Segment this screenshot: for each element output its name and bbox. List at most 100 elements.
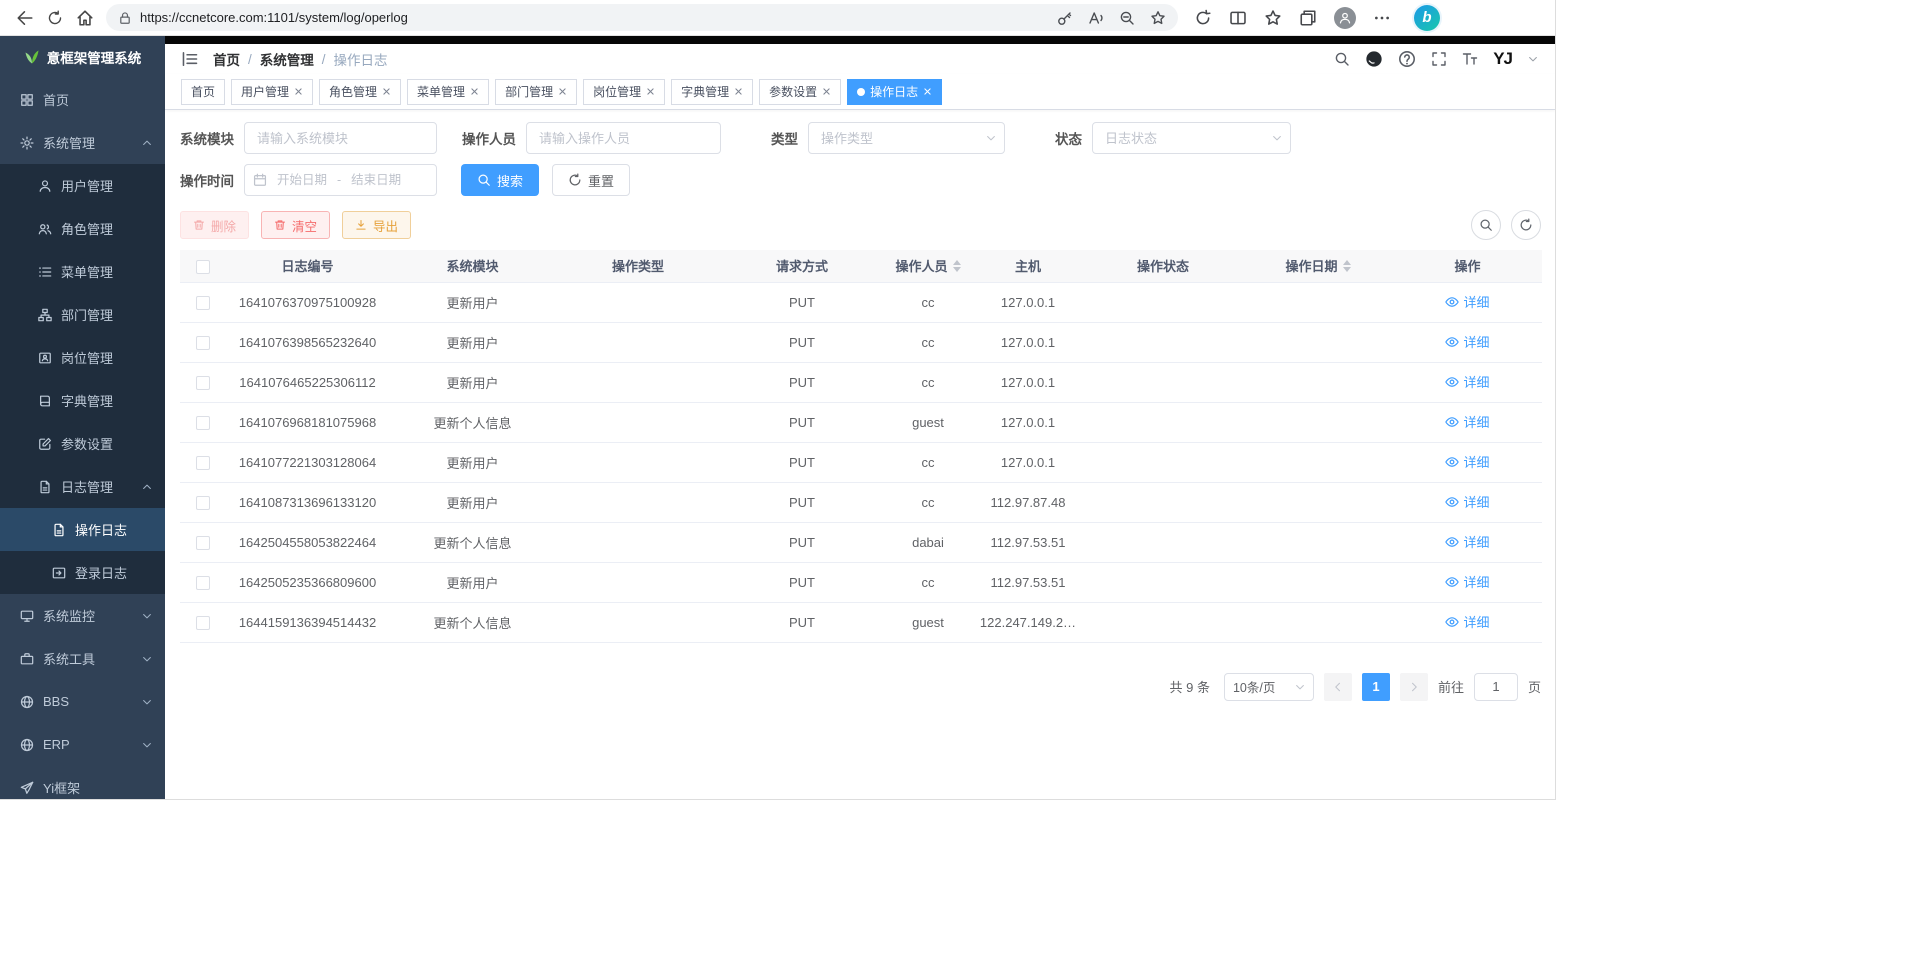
sidebar-item-log-mgmt[interactable]: 日志管理 bbox=[0, 465, 165, 508]
module-filter-input[interactable] bbox=[244, 122, 437, 154]
github-icon[interactable] bbox=[1365, 50, 1383, 68]
row-checkbox[interactable] bbox=[196, 296, 210, 310]
goto-page-input[interactable] bbox=[1474, 673, 1518, 701]
profile-caret-icon[interactable] bbox=[1527, 53, 1539, 65]
row-checkbox[interactable] bbox=[196, 536, 210, 550]
sidebar-item-bbs[interactable]: BBS bbox=[0, 680, 165, 723]
browser-extension-icon[interactable] bbox=[1194, 9, 1212, 27]
browser-profile-avatar[interactable] bbox=[1334, 7, 1356, 29]
breadcrumb-home[interactable]: 首页 bbox=[213, 49, 240, 69]
toggle-search-button[interactable] bbox=[1471, 210, 1501, 240]
sidebar-item-dept-mgmt[interactable]: 部门管理 bbox=[0, 293, 165, 336]
sidebar-item-role-mgmt[interactable]: 角色管理 bbox=[0, 207, 165, 250]
row-checkbox[interactable] bbox=[196, 416, 210, 430]
detail-link[interactable]: 详细 bbox=[1445, 372, 1489, 391]
row-checkbox[interactable] bbox=[196, 336, 210, 350]
row-checkbox[interactable] bbox=[196, 496, 210, 510]
sidebar-item-system-tools[interactable]: 系统工具 bbox=[0, 637, 165, 680]
address-bar[interactable]: https://ccnetcore.com:1101/system/log/op… bbox=[106, 4, 1178, 31]
date-range-picker[interactable]: - bbox=[244, 164, 437, 196]
delete-button[interactable]: 删除 bbox=[180, 211, 249, 239]
password-key-icon[interactable] bbox=[1057, 10, 1073, 26]
user-avatar[interactable]: YJ bbox=[1493, 49, 1512, 69]
col-date-sortable[interactable]: 操作日期 bbox=[1243, 250, 1393, 282]
fullscreen-icon[interactable] bbox=[1431, 51, 1447, 67]
operator-filter-input[interactable] bbox=[526, 122, 721, 154]
browser-refresh-button[interactable] bbox=[40, 3, 70, 33]
clear-button[interactable]: 清空 bbox=[261, 211, 330, 239]
sidebar-fold-toggle[interactable] bbox=[181, 50, 199, 68]
detail-link[interactable]: 详细 bbox=[1445, 452, 1489, 471]
detail-link[interactable]: 详细 bbox=[1445, 612, 1489, 631]
close-icon[interactable] bbox=[382, 87, 391, 96]
detail-link[interactable]: 详细 bbox=[1445, 292, 1489, 311]
sidebar-item-system-monitor[interactable]: 系统监控 bbox=[0, 594, 165, 637]
bing-sidebar-icon[interactable]: b bbox=[1414, 5, 1440, 31]
sort-icon[interactable] bbox=[953, 260, 961, 272]
header-search-icon[interactable] bbox=[1334, 51, 1350, 67]
split-screen-icon[interactable] bbox=[1229, 9, 1247, 27]
close-icon[interactable] bbox=[646, 87, 655, 96]
prev-page-button[interactable] bbox=[1324, 673, 1352, 701]
tab-menu-mgmt[interactable]: 菜单管理 bbox=[407, 79, 489, 105]
detail-link[interactable]: 详细 bbox=[1445, 332, 1489, 351]
select-all-checkbox[interactable] bbox=[196, 260, 210, 274]
close-icon[interactable] bbox=[822, 87, 831, 96]
search-button[interactable]: 搜索 bbox=[461, 164, 539, 196]
export-button[interactable]: 导出 bbox=[342, 211, 411, 239]
type-filter-select[interactable] bbox=[808, 122, 1005, 154]
sidebar-item-user-mgmt[interactable]: 用户管理 bbox=[0, 164, 165, 207]
sort-icon[interactable] bbox=[1343, 260, 1351, 272]
tab-oper-log[interactable]: 操作日志 bbox=[847, 79, 942, 105]
more-options-icon[interactable] bbox=[1373, 9, 1391, 27]
sidebar-item-post-mgmt[interactable]: 岗位管理 bbox=[0, 336, 165, 379]
detail-link[interactable]: 详细 bbox=[1445, 572, 1489, 591]
sidebar-item-oper-log[interactable]: 操作日志 bbox=[0, 508, 165, 551]
next-page-button[interactable] bbox=[1400, 673, 1428, 701]
row-checkbox[interactable] bbox=[196, 576, 210, 590]
sidebar-item-param-settings[interactable]: 参数设置 bbox=[0, 422, 165, 465]
detail-link[interactable]: 详细 bbox=[1445, 412, 1489, 431]
breadcrumb-system-mgmt[interactable]: 系统管理 bbox=[260, 49, 314, 69]
tab-post-mgmt[interactable]: 岗位管理 bbox=[583, 79, 665, 105]
reset-button[interactable]: 重置 bbox=[552, 164, 630, 196]
close-icon[interactable] bbox=[470, 87, 479, 96]
close-icon[interactable] bbox=[734, 87, 743, 96]
tab-dept-mgmt[interactable]: 部门管理 bbox=[495, 79, 577, 105]
app-logo[interactable]: 意框架管理系统 bbox=[0, 36, 165, 78]
read-aloud-icon[interactable] bbox=[1088, 10, 1104, 26]
favorites-bar-icon[interactable] bbox=[1264, 9, 1282, 27]
close-icon[interactable] bbox=[923, 87, 932, 96]
tab-home[interactable]: 首页 bbox=[181, 79, 225, 105]
font-size-icon[interactable] bbox=[1462, 51, 1478, 67]
row-checkbox[interactable] bbox=[196, 616, 210, 630]
tab-dict-mgmt[interactable]: 字典管理 bbox=[671, 79, 753, 105]
zoom-out-icon[interactable] bbox=[1119, 10, 1135, 26]
status-filter-select[interactable] bbox=[1092, 122, 1291, 154]
detail-link[interactable]: 详细 bbox=[1445, 532, 1489, 551]
close-icon[interactable] bbox=[558, 87, 567, 96]
lock-icon[interactable] bbox=[118, 11, 132, 25]
tab-user-mgmt[interactable]: 用户管理 bbox=[231, 79, 313, 105]
sidebar-item-login-log[interactable]: 登录日志 bbox=[0, 551, 165, 594]
help-icon[interactable] bbox=[1398, 50, 1416, 68]
add-favorite-icon[interactable] bbox=[1150, 10, 1166, 26]
end-date-input[interactable] bbox=[345, 173, 407, 187]
browser-back-button[interactable] bbox=[10, 3, 40, 33]
col-operator-sortable[interactable]: 操作人员 bbox=[883, 250, 973, 282]
row-checkbox[interactable] bbox=[196, 456, 210, 470]
page-number-1[interactable]: 1 bbox=[1362, 673, 1390, 701]
browser-home-button[interactable] bbox=[70, 3, 100, 33]
page-size-select[interactable] bbox=[1224, 673, 1314, 701]
refresh-table-button[interactable] bbox=[1511, 210, 1541, 240]
collections-icon[interactable] bbox=[1299, 9, 1317, 27]
close-icon[interactable] bbox=[294, 87, 303, 96]
sidebar-item-menu-mgmt[interactable]: 菜单管理 bbox=[0, 250, 165, 293]
sidebar-item-yi-framework[interactable]: Yi框架 bbox=[0, 766, 165, 800]
sidebar-item-home[interactable]: 首页 bbox=[0, 78, 165, 121]
detail-link[interactable]: 详细 bbox=[1445, 492, 1489, 511]
sidebar-item-system-mgmt[interactable]: 系统管理 bbox=[0, 121, 165, 164]
row-checkbox[interactable] bbox=[196, 376, 210, 390]
sidebar-item-dict-mgmt[interactable]: 字典管理 bbox=[0, 379, 165, 422]
tab-role-mgmt[interactable]: 角色管理 bbox=[319, 79, 401, 105]
